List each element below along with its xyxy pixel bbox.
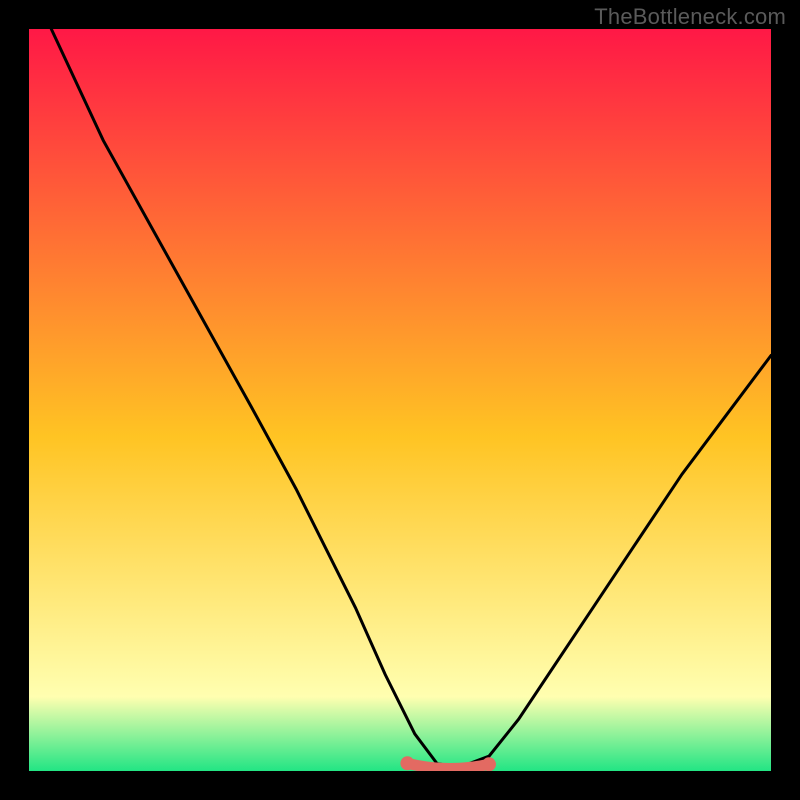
gradient-background: [29, 29, 771, 771]
watermark-text: TheBottleneck.com: [594, 4, 786, 30]
optimal-zone-right-dot: [482, 757, 496, 771]
optimal-zone-left-dot: [400, 756, 414, 770]
chart-frame: TheBottleneck.com: [0, 0, 800, 800]
chart-plot-area: [29, 29, 771, 771]
optimal-zone-highlight: [407, 763, 489, 768]
